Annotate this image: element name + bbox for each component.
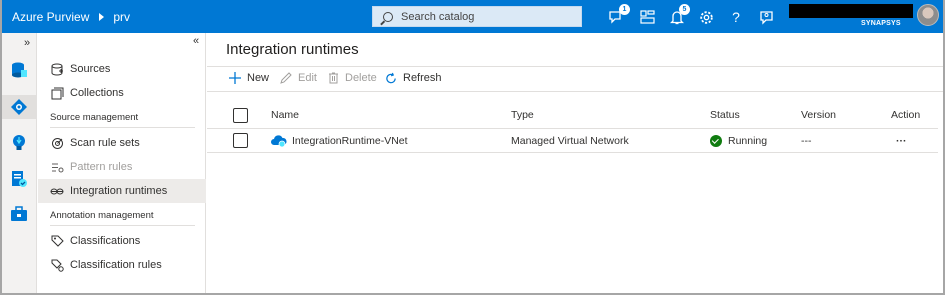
help-icon[interactable]: ? xyxy=(728,9,744,25)
sidebar-item-label: Collections xyxy=(70,87,124,99)
edit-button-label: Edit xyxy=(298,72,317,84)
refresh-button-label: Refresh xyxy=(403,72,442,84)
avatar[interactable] xyxy=(917,4,939,26)
sidebar-item-classification-rules[interactable]: Classification rules xyxy=(38,253,206,277)
app-title[interactable]: Azure Purview xyxy=(12,10,89,24)
sidebar-item-label: Sources xyxy=(70,63,111,75)
column-header-action: Action xyxy=(891,109,921,121)
select-all-checkbox[interactable] xyxy=(233,107,248,123)
status-text: Running xyxy=(728,134,768,147)
classification-rules-icon xyxy=(50,258,64,272)
sidebar-item-classifications[interactable]: Classifications xyxy=(38,229,206,253)
sidebar-item-integration-runtimes[interactable]: Integration runtimes xyxy=(38,179,206,203)
status-check-icon xyxy=(710,134,722,147)
runtime-type: Managed Virtual Network xyxy=(511,134,629,147)
directory-icon[interactable] xyxy=(639,9,655,25)
main-content: Integration runtimes New Edit Delete Ref… xyxy=(207,33,943,293)
sidebar-item-label: Pattern rules xyxy=(70,161,133,173)
delete-button-label: Delete xyxy=(345,72,377,84)
sidebar-item-label: Classifications xyxy=(70,235,141,247)
section-heading-source-management: Source management xyxy=(50,108,195,128)
row-checkbox[interactable] xyxy=(233,133,248,148)
top-bar: Azure Purview prv 1 5 ? SYNAPSYS xyxy=(2,0,943,33)
new-button-label: New xyxy=(247,72,270,84)
classification-icon xyxy=(50,234,64,248)
trash-icon xyxy=(327,72,339,84)
runtime-name-link[interactable]: IntegrationRuntime-VNet xyxy=(292,135,408,147)
sidebar: « Sources Collections Source management … xyxy=(38,33,206,293)
management-icon[interactable] xyxy=(10,205,28,223)
managed-vnet-cloud-icon xyxy=(271,134,287,148)
delete-button[interactable]: Delete xyxy=(327,72,377,84)
data-map-icon[interactable] xyxy=(10,61,28,79)
insights-icon[interactable] xyxy=(10,134,28,152)
runtime-status: Running xyxy=(710,129,767,152)
more-actions-button[interactable]: ··· xyxy=(896,129,907,152)
sidebar-item-sources[interactable]: Sources xyxy=(38,57,206,81)
sidebar-item-pattern-rules[interactable]: Pattern rules xyxy=(38,155,206,179)
column-header-status[interactable]: Status xyxy=(710,103,740,127)
search-icon xyxy=(383,11,393,22)
breadcrumb-chevron-icon xyxy=(99,12,105,21)
row-checkbox-cell xyxy=(233,129,248,152)
column-header-type[interactable]: Type xyxy=(511,103,534,127)
notifications-badge: 1 xyxy=(619,4,630,15)
sources-icon xyxy=(50,62,64,76)
sidebar-item-label: Classification rules xyxy=(70,259,162,271)
edit-button[interactable]: Edit xyxy=(280,72,317,84)
feedback-icon[interactable]: 1 xyxy=(609,4,630,25)
breadcrumb-account[interactable]: prv xyxy=(113,10,130,24)
sidebar-item-scan-rule-sets[interactable]: Scan rule sets xyxy=(38,131,206,155)
plus-icon xyxy=(229,72,241,84)
table-row[interactable]: IntegrationRuntime-VNet Managed Virtual … xyxy=(207,128,938,153)
refresh-button[interactable]: Refresh xyxy=(385,72,442,84)
runtime-name-cell: IntegrationRuntime-VNet xyxy=(271,129,408,152)
sidebar-item-collections[interactable]: Collections xyxy=(38,81,206,105)
runtime-version: --- xyxy=(801,134,812,147)
page-title: Integration runtimes xyxy=(226,41,359,58)
account-organization: SYNAPSYS xyxy=(861,20,901,27)
policy-icon[interactable] xyxy=(10,170,28,188)
edit-pencil-icon xyxy=(280,72,292,84)
integration-runtime-icon xyxy=(50,184,64,198)
table-header: Name Type Status Version Action xyxy=(207,103,943,127)
sidebar-item-label: Scan rule sets xyxy=(70,137,140,149)
pattern-rules-icon xyxy=(50,160,64,174)
refresh-icon xyxy=(385,72,397,84)
alerts-badge: 5 xyxy=(679,4,690,15)
notification-bell-icon[interactable]: 5 xyxy=(669,4,690,25)
select-all-checkbox-cell xyxy=(233,103,248,127)
search-box[interactable] xyxy=(372,6,582,27)
person-feedback-icon[interactable] xyxy=(758,9,774,25)
settings-gear-icon[interactable] xyxy=(698,9,714,25)
column-header-version[interactable]: Version xyxy=(801,103,836,127)
sidebar-collapse-icon[interactable]: « xyxy=(193,35,199,47)
column-header-name[interactable]: Name xyxy=(271,103,299,127)
sources-nav-icon[interactable] xyxy=(10,98,28,116)
command-bar: New Edit Delete Refresh xyxy=(207,66,943,92)
sidebar-item-label: Integration runtimes xyxy=(70,185,168,197)
section-heading-annotation-management: Annotation management xyxy=(50,206,195,226)
rail-expand-icon[interactable]: » xyxy=(24,37,30,49)
scan-rule-icon xyxy=(50,136,64,150)
left-rail: » xyxy=(2,33,37,293)
app-frame: Azure Purview prv 1 5 ? SYNAPSYS » xyxy=(0,0,945,295)
collections-icon xyxy=(50,86,64,100)
account-name-redacted[interactable] xyxy=(789,4,913,18)
new-button[interactable]: New xyxy=(229,72,269,84)
search-input[interactable] xyxy=(401,10,571,23)
